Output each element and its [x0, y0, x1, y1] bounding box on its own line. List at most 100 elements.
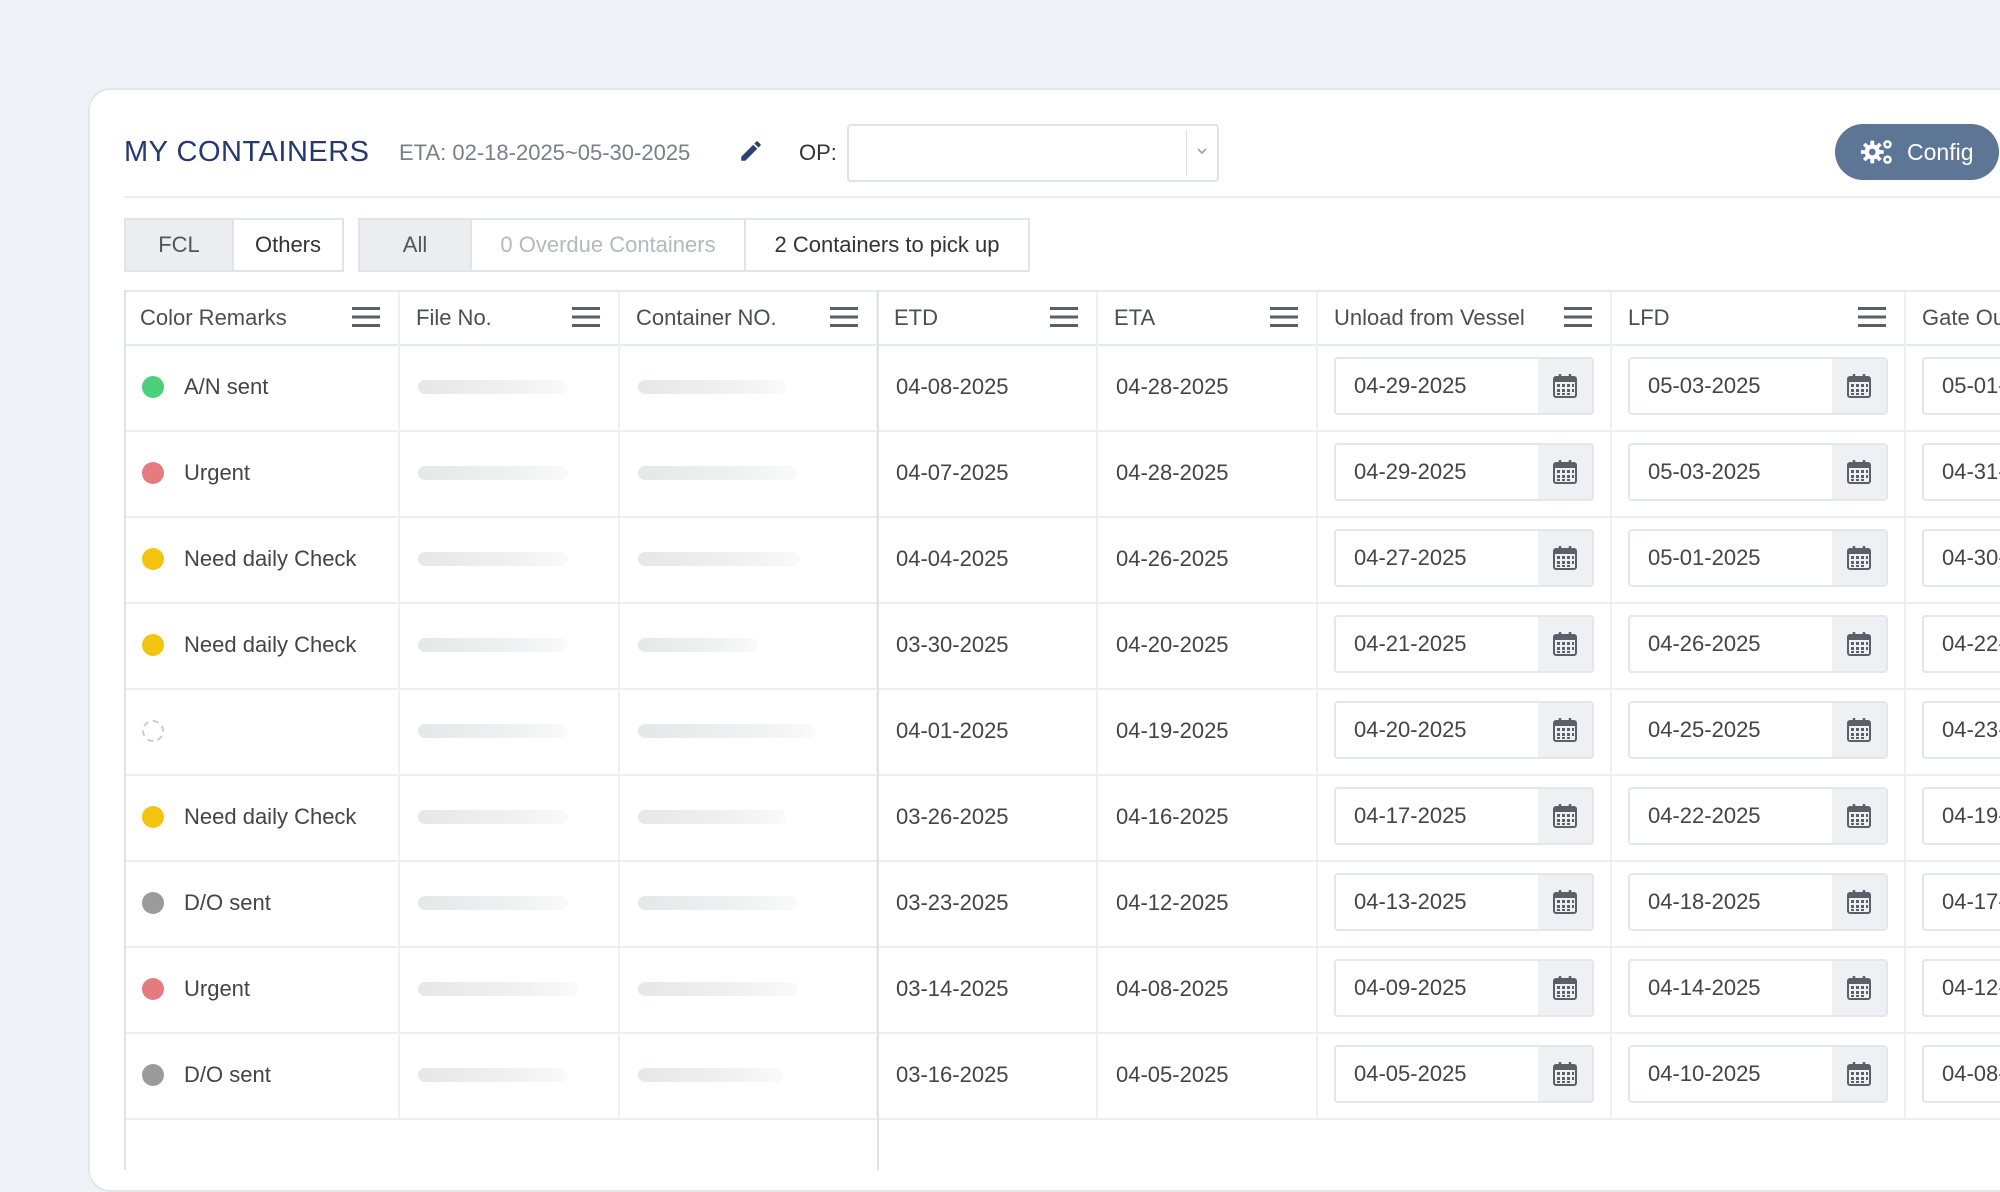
cell-file-no[interactable] [400, 1032, 620, 1118]
calendar-button[interactable] [1538, 961, 1592, 1015]
cell-color-remark[interactable]: Need daily Check [124, 516, 400, 602]
tab-all[interactable]: All [358, 218, 472, 272]
cell-container-no[interactable] [620, 516, 878, 602]
header-col-color-remarks[interactable]: Color Remarks [124, 292, 400, 344]
calendar-button[interactable] [1538, 445, 1592, 499]
cell-container-no[interactable] [620, 688, 878, 774]
calendar-button[interactable] [1832, 703, 1886, 757]
calendar-button[interactable] [1832, 789, 1886, 843]
unload-date-input[interactable]: 04-09-2025 [1334, 959, 1594, 1017]
table-row[interactable]: Need daily Check 04-04-2025 04-26-2025 04-2… [124, 516, 2000, 604]
calendar-button[interactable] [1538, 875, 1592, 929]
column-menu-icon[interactable] [830, 306, 858, 328]
calendar-button[interactable] [1538, 703, 1592, 757]
gate-date-input[interactable]: 04-22- [1922, 615, 2000, 673]
cell-container-no[interactable] [620, 602, 878, 688]
calendar-button[interactable] [1832, 445, 1886, 499]
cell-container-no[interactable] [620, 1032, 878, 1118]
cell-file-no[interactable] [400, 860, 620, 946]
cell-color-remark[interactable]: D/O sent [124, 860, 400, 946]
table-row[interactable]: A/N sent 04-08-2025 04-28-2025 04-29-2025 05… [124, 344, 2000, 432]
unload-date-input[interactable]: 04-13-2025 [1334, 873, 1594, 931]
table-row[interactable]: D/O sent 03-16-2025 04-05-2025 04-05-2025 04… [124, 1032, 2000, 1120]
gate-date-input[interactable]: 04-30- [1922, 529, 2000, 587]
lfd-date-input[interactable]: 04-14-2025 [1628, 959, 1888, 1017]
calendar-button[interactable] [1538, 359, 1592, 413]
cell-file-no[interactable] [400, 774, 620, 860]
unload-date-input[interactable]: 04-27-2025 [1334, 529, 1594, 587]
unload-date-input[interactable]: 04-21-2025 [1334, 615, 1594, 673]
calendar-button[interactable] [1538, 1047, 1592, 1101]
lfd-date-input[interactable]: 04-25-2025 [1628, 701, 1888, 759]
column-menu-icon[interactable] [1270, 306, 1298, 328]
cell-file-no[interactable] [400, 430, 620, 516]
cell-color-remark[interactable]: Urgent [124, 946, 400, 1032]
cell-file-no[interactable] [400, 344, 620, 430]
table-row[interactable]: Urgent 03-14-2025 04-08-2025 04-09-2025 04-1… [124, 946, 2000, 1034]
cell-file-no[interactable] [400, 688, 620, 774]
pencil-icon[interactable] [738, 138, 764, 164]
calendar-button[interactable] [1832, 617, 1886, 671]
cell-color-remark[interactable]: Urgent [124, 430, 400, 516]
cell-color-remark[interactable]: Need daily Check [124, 774, 400, 860]
tab-fcl[interactable]: FCL [124, 218, 234, 272]
unload-date-input[interactable]: 04-20-2025 [1334, 701, 1594, 759]
op-select[interactable] [847, 124, 1219, 182]
table-row[interactable]: Need daily Check 03-26-2025 04-16-2025 04-1… [124, 774, 2000, 862]
header-col-gate-out[interactable]: Gate Ou [1906, 292, 2000, 344]
calendar-button[interactable] [1832, 359, 1886, 413]
gate-date-input[interactable]: 04-08- [1922, 1045, 2000, 1103]
table-row[interactable]: 04-01-2025 04-19-2025 04-20-2025 04-25-2025… [124, 688, 2000, 776]
table-row[interactable]: D/O sent 03-23-2025 04-12-2025 04-13-2025 04… [124, 860, 2000, 948]
calendar-button[interactable] [1832, 1047, 1886, 1101]
calendar-button[interactable] [1832, 875, 1886, 929]
lfd-date-input[interactable]: 04-26-2025 [1628, 615, 1888, 673]
gate-date-input[interactable]: 04-17- [1922, 873, 2000, 931]
calendar-button[interactable] [1832, 961, 1886, 1015]
header-col-unload[interactable]: Unload from Vessel [1318, 292, 1612, 344]
lfd-date-input[interactable]: 05-03-2025 [1628, 357, 1888, 415]
calendar-button[interactable] [1538, 531, 1592, 585]
cell-color-remark[interactable] [124, 688, 400, 774]
gate-date-input[interactable]: 04-31- [1922, 443, 2000, 501]
cell-container-no[interactable] [620, 860, 878, 946]
header-col-container-no[interactable]: Container NO. [620, 292, 878, 344]
table-row[interactable]: Urgent 04-07-2025 04-28-2025 04-29-2025 05-0… [124, 430, 2000, 518]
unload-date-input[interactable]: 04-17-2025 [1334, 787, 1594, 845]
unload-date-input[interactable]: 04-29-2025 [1334, 357, 1594, 415]
lfd-date-input[interactable]: 05-01-2025 [1628, 529, 1888, 587]
header-col-lfd[interactable]: LFD [1612, 292, 1906, 344]
cell-container-no[interactable] [620, 430, 878, 516]
column-menu-icon[interactable] [352, 306, 380, 328]
unload-date-input[interactable]: 04-29-2025 [1334, 443, 1594, 501]
calendar-button[interactable] [1832, 531, 1886, 585]
cell-file-no[interactable] [400, 602, 620, 688]
cell-color-remark[interactable]: Need daily Check [124, 602, 400, 688]
lfd-date-input[interactable]: 04-22-2025 [1628, 787, 1888, 845]
lfd-date-input[interactable]: 04-10-2025 [1628, 1045, 1888, 1103]
lfd-date-input[interactable]: 04-18-2025 [1628, 873, 1888, 931]
calendar-button[interactable] [1538, 789, 1592, 843]
gate-date-input[interactable]: 05-01- [1922, 357, 2000, 415]
header-col-eta[interactable]: ETA [1098, 292, 1318, 344]
config-button[interactable]: Config [1835, 124, 1999, 180]
calendar-button[interactable] [1538, 617, 1592, 671]
gate-date-input[interactable]: 04-23- [1922, 701, 2000, 759]
gate-date-input[interactable]: 04-12- [1922, 959, 2000, 1017]
column-menu-icon[interactable] [1050, 306, 1078, 328]
cell-container-no[interactable] [620, 774, 878, 860]
lfd-date-input[interactable]: 05-03-2025 [1628, 443, 1888, 501]
cell-container-no[interactable] [620, 344, 878, 430]
unload-date-input[interactable]: 04-05-2025 [1334, 1045, 1594, 1103]
header-col-etd[interactable]: ETD [878, 292, 1098, 344]
tab-others[interactable]: Others [234, 218, 344, 272]
cell-file-no[interactable] [400, 516, 620, 602]
column-menu-icon[interactable] [1564, 306, 1592, 328]
cell-color-remark[interactable]: D/O sent [124, 1032, 400, 1118]
cell-color-remark[interactable]: A/N sent [124, 344, 400, 430]
column-menu-icon[interactable] [572, 306, 600, 328]
tab-overdue[interactable]: 0 Overdue Containers [472, 218, 746, 272]
column-menu-icon[interactable] [1858, 306, 1886, 328]
cell-container-no[interactable] [620, 946, 878, 1032]
tab-to-pick-up[interactable]: 2 Containers to pick up [746, 218, 1030, 272]
